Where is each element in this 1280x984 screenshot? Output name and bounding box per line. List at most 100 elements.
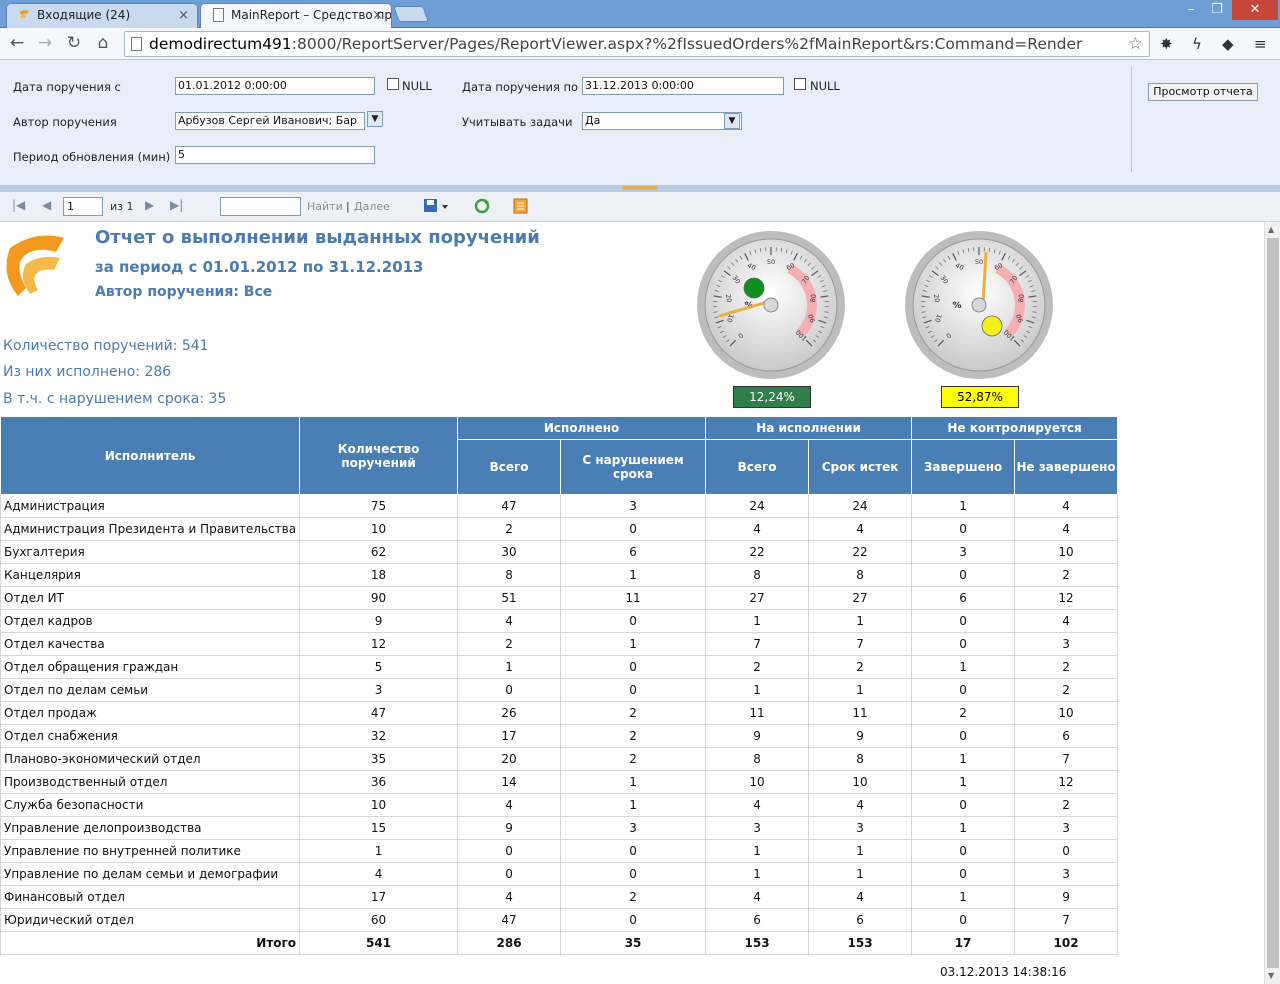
table-cell: 1 [705,862,810,886]
close-tab-icon[interactable]: × [178,4,189,27]
next-page-icon[interactable]: ▶ [145,198,154,212]
table-cell: 541 [299,931,459,955]
gauge-indicator [743,277,765,299]
date-from-input[interactable]: 01.01.2012 0:00:00 [175,77,375,95]
maximize-icon[interactable]: ❐ [1204,0,1230,20]
home-icon[interactable]: ⌂ [93,33,113,53]
bookmark-star-icon[interactable]: ☆ [1128,32,1143,56]
table-row: Отдел ИТ 90 51 11 27 27 6 12 [0,586,1119,610]
chevron-down-icon[interactable]: ▼ [724,113,740,129]
separator: | [346,200,350,213]
table-row: Администрация Президента и Правительства… [0,517,1119,541]
header-executor: Исполнитель [0,416,301,495]
table-cell: 27 [705,586,810,610]
gauge-tick-label: 50 [975,258,983,266]
chevron-down-icon[interactable]: ▼ [367,111,383,127]
vertical-scrollbar[interactable]: ▲ ▼ [1264,222,1280,984]
close-window-icon[interactable]: ✕ [1232,0,1278,20]
table-cell: 4 [808,885,913,909]
forward-arrow-icon[interactable]: → [35,33,55,53]
table-cell: 3 [1014,632,1119,656]
back-arrow-icon[interactable]: ← [7,33,27,53]
extension-bolt-icon[interactable]: ϟ [1192,35,1202,53]
table-cell: 2 [560,701,707,725]
close-tab-icon[interactable]: × [372,4,383,27]
table-cell: 1 [911,747,1016,771]
table-cell: 90 [299,586,459,610]
table-cell: 12 [1014,586,1119,610]
executor-name: Отдел качества [0,632,301,656]
find-link[interactable]: Найти [307,200,343,213]
author-input[interactable]: Арбузов Сергей Иванович; Бар [175,112,365,130]
table-row: Отдел качества 12 2 1 7 7 0 3 [0,632,1119,656]
tab-main-report[interactable]: MainReport – Средство пр × [200,3,392,28]
table-cell: 1 [705,839,810,863]
table-cell: 7 [808,632,913,656]
table-cell: 47 [457,494,562,518]
period-input[interactable]: 5 [175,146,375,164]
table-cell: 1 [911,885,1016,909]
table-cell: 2 [457,632,562,656]
table-cell: 2 [911,701,1016,725]
scroll-down-icon[interactable]: ▼ [1268,971,1274,980]
next-link[interactable]: Далее [354,200,390,213]
reload-icon[interactable]: ↻ [64,33,84,53]
table-cell: 0 [560,908,707,932]
stat-done: Из них исполнено: 286 [3,364,172,380]
gauge-tick-label: 20 [932,294,941,303]
null-label: NULL [810,79,840,93]
executor-name: Служба безопасности [0,793,301,817]
date-from-null-checkbox[interactable] [387,78,399,90]
parameters-panel: Дата поручения с 01.01.2012 0:00:00 NULL… [0,60,1280,186]
table-cell: 17 [299,885,459,909]
gauge-hub [763,297,779,313]
table-cell: 4 [705,793,810,817]
last-page-icon[interactable]: ▶| [170,198,183,212]
print-layout-icon[interactable] [513,198,529,214]
export-save-icon[interactable] [423,198,449,214]
table-cell: 24 [808,494,913,518]
table-cell: 0 [911,908,1016,932]
table-cell: 10 [1014,701,1119,725]
table-cell: 1 [911,494,1016,518]
scrollbar-thumb[interactable] [1267,238,1279,968]
extension-bug-icon[interactable]: ✸ [1160,35,1173,53]
date-to-null-checkbox[interactable] [794,78,806,90]
gauge-hub [971,297,987,313]
executor-name: Администрация Президента и Правительства [0,517,301,541]
refresh-icon[interactable] [474,198,490,214]
scroll-up-icon[interactable]: ▲ [1268,225,1274,234]
gauge-done-value: 52,87% [941,386,1019,408]
table-cell: 7 [1014,908,1119,932]
total-label: Итого [0,931,301,955]
minimize-icon[interactable]: – [1178,0,1204,20]
find-text-input[interactable] [220,197,301,216]
executor-name: Управление делопроизводства [0,816,301,840]
new-tab-button[interactable] [393,6,429,22]
executor-name: Бухгалтерия [0,540,301,564]
tab-inbox[interactable]: Входящие (24) × [6,3,198,28]
table-cell: 0 [560,862,707,886]
previous-page-icon[interactable]: ◀ [42,198,51,212]
table-cell: 4 [299,862,459,886]
table-cell: 3 [560,494,707,518]
header-done: Исполнено [457,416,707,440]
extension-diamond-icon[interactable]: ◆ [1222,35,1234,53]
view-report-button[interactable]: Просмотр отчета [1148,83,1258,101]
table-cell: 2 [560,724,707,748]
page-number-input[interactable]: 1 [63,197,103,216]
tasks-select[interactable]: Да [582,112,742,130]
table-cell: 9 [299,609,459,633]
table-cell: 0 [457,678,562,702]
url-input[interactable]: demodirectum491:8000/ReportServer/Pages/… [124,31,1150,57]
first-page-icon[interactable]: |◀ [12,198,25,212]
report-period: за период с 01.01.2012 по 31.12.2013 [95,258,424,276]
date-to-input[interactable]: 31.12.2013 0:00:00 [582,77,784,95]
table-cell: 0 [457,862,562,886]
table-cell: 3 [1014,862,1119,886]
splitter-grip[interactable] [622,186,658,190]
table-cell: 18 [299,563,459,587]
report-table: Исполнитель Количество поручений Исполне… [0,416,1119,955]
table-cell: 14 [457,770,562,794]
menu-icon[interactable]: ≡ [1254,35,1267,53]
